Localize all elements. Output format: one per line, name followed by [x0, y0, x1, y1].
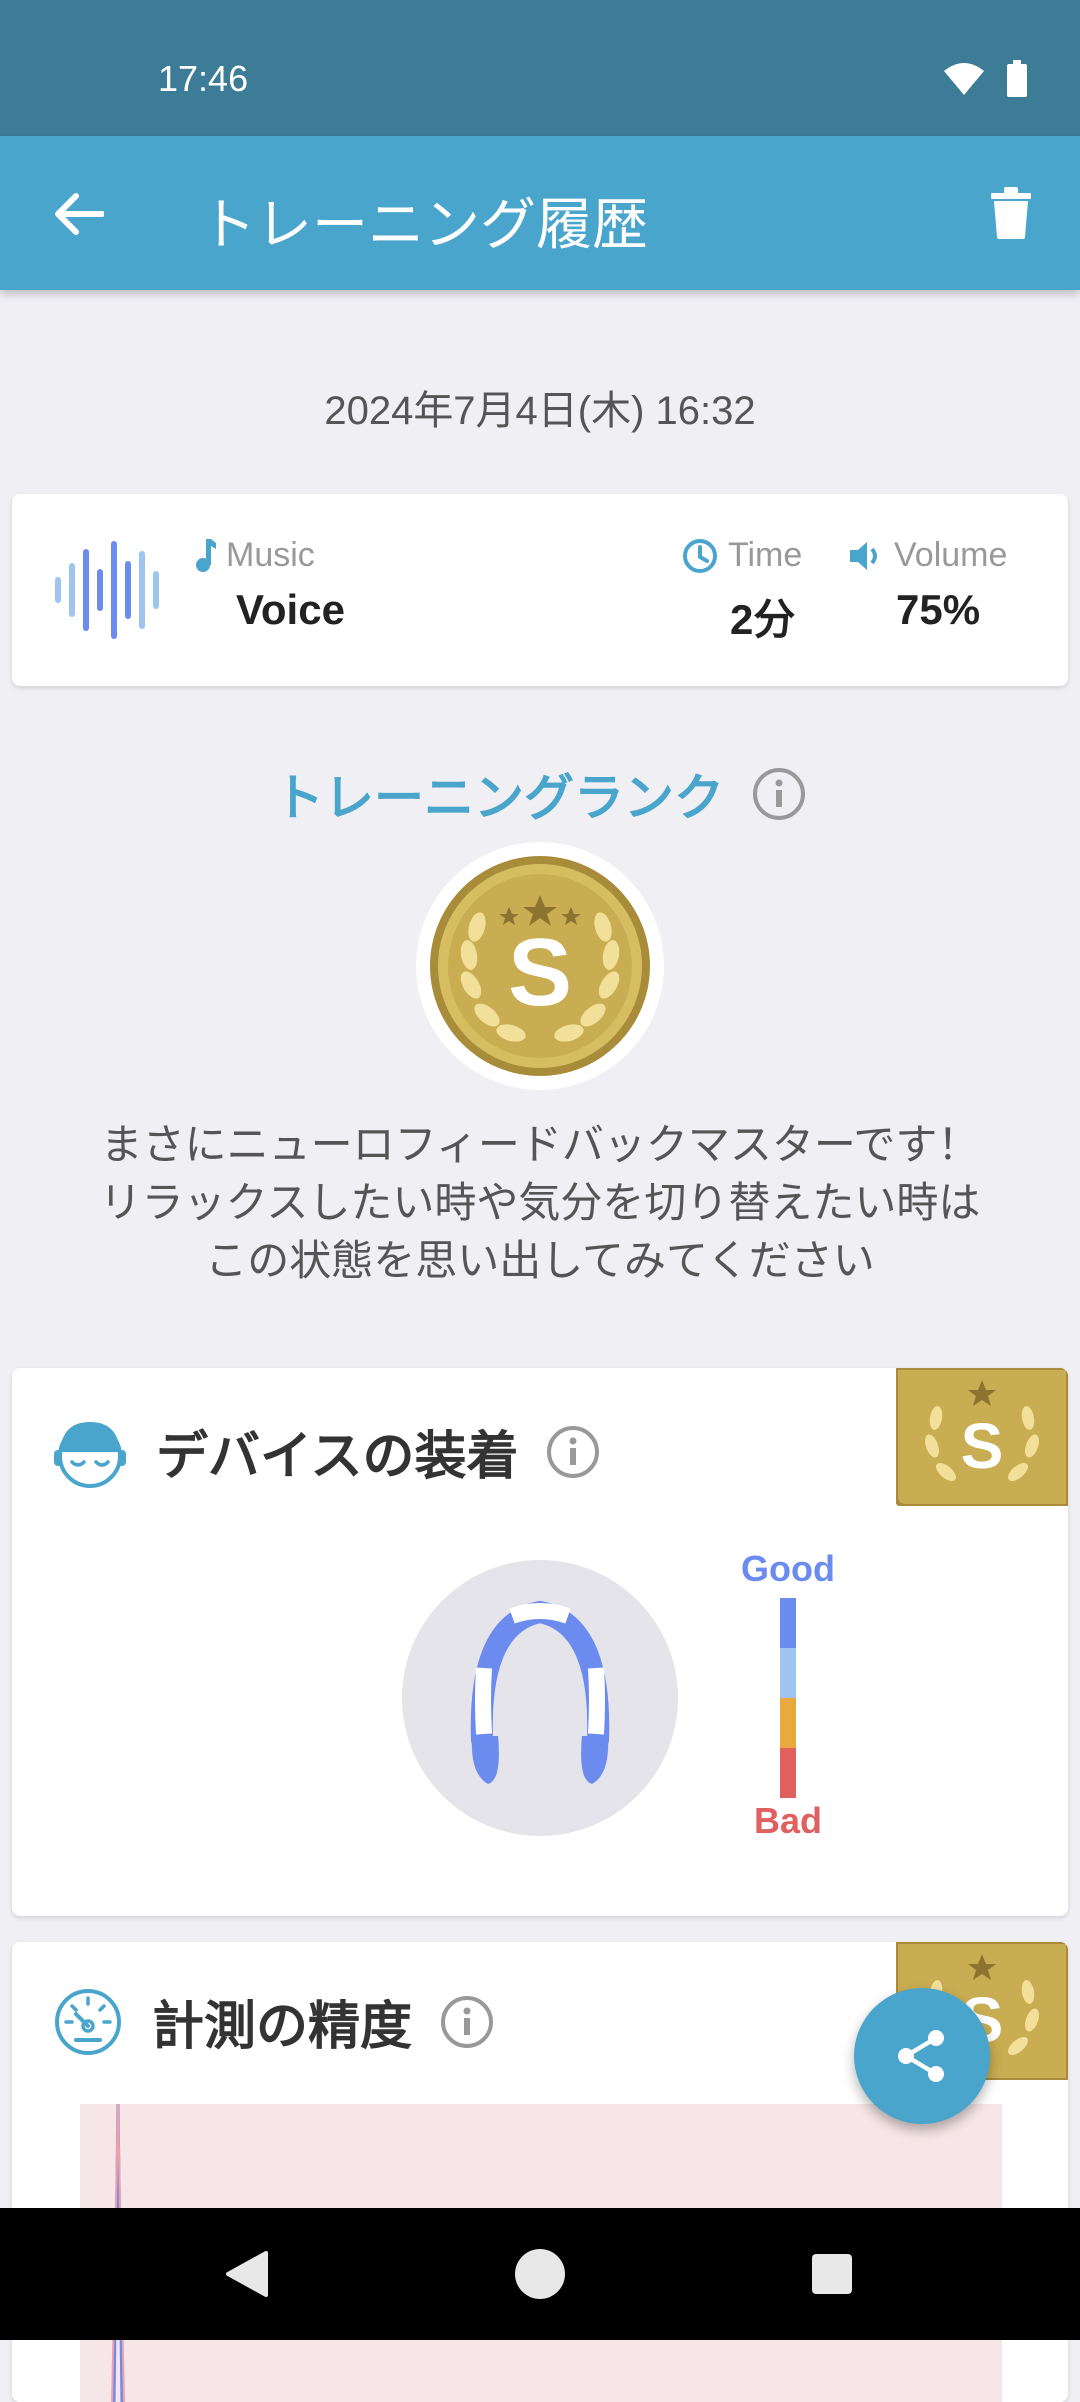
rank-message-line: まさにニューロフィードバックマスターです！ — [100, 1120, 980, 1169]
delete-button[interactable] — [972, 174, 1050, 252]
rank-badge-corner: S — [896, 1368, 1068, 1506]
status-icons — [942, 60, 1028, 98]
time-value: 2分 — [730, 596, 796, 643]
back-button[interactable] — [40, 176, 116, 252]
session-datetime: 2024年7月4日(木) 16:32 — [324, 389, 756, 433]
volume-icon — [850, 541, 877, 570]
device-fit-card: デバイスの装着 S Good Bad — [12, 1368, 1068, 1916]
gold-medal-icon: S — [430, 856, 650, 1076]
accuracy-title: 計測の精度 — [152, 1997, 413, 2057]
device-fit-header: デバイスの装着 — [52, 1414, 600, 1489]
rank-medal: S — [416, 842, 664, 1090]
volume-label-text: Volume — [894, 536, 1008, 574]
accuracy-header: 計測の精度 — [52, 1984, 494, 2059]
music-label: Music — [194, 536, 315, 575]
device-fit-badge: S — [961, 1410, 1004, 1482]
quality-gradient-bar — [780, 1598, 796, 1798]
share-icon — [898, 2030, 944, 2082]
headset-icon — [470, 1600, 610, 1784]
clock-icon — [683, 538, 717, 573]
info-icon[interactable] — [546, 1425, 600, 1479]
volume-label: Volume — [848, 536, 1007, 575]
sound-wave-icon — [55, 541, 159, 639]
system-navigation-bar — [0, 2208, 1080, 2340]
wifi-icon — [944, 63, 984, 95]
status-time: 17:46 — [158, 58, 249, 99]
circle-home-icon — [515, 2249, 565, 2299]
info-icon[interactable] — [752, 767, 806, 821]
share-button[interactable] — [854, 1988, 990, 2124]
rank-message-line: リラックスしたい時や気分を切り替えたい時は — [99, 1178, 981, 1227]
rank-title: トレーニングランク — [274, 769, 724, 827]
page-title: トレーニング履歴 — [200, 193, 648, 258]
time-label: Time — [682, 536, 802, 575]
status-bar: 17:46 — [0, 0, 1080, 136]
nav-recents-button[interactable] — [788, 2230, 876, 2318]
headset-illustration — [402, 1560, 678, 1836]
sleeping-face-icon — [54, 1421, 126, 1488]
info-icon[interactable] — [440, 1995, 494, 2049]
volume-value: 75% — [896, 586, 981, 633]
time-label-text: Time — [728, 536, 803, 574]
triangle-back-icon — [226, 2251, 268, 2297]
rank-message: まさにニューロフィードバックマスターです！ リラックスしたい時や気分を切り替えた… — [40, 1116, 1040, 1290]
fit-quality-scale: Good Bad — [738, 1548, 858, 1841]
trash-icon — [991, 187, 1031, 239]
arrow-back-icon — [55, 193, 104, 235]
nav-home-button[interactable] — [496, 2230, 584, 2318]
music-value: Voice — [236, 586, 345, 633]
square-recents-icon — [812, 2254, 852, 2294]
speedometer-icon — [55, 1988, 121, 2055]
app-bar: トレーニング履歴 — [0, 136, 1080, 290]
device-fit-title: デバイスの装着 — [156, 1427, 519, 1487]
session-summary-card: Music Voice Time 2分 Volume 75% — [12, 494, 1068, 686]
medal-grade: S — [508, 919, 572, 1026]
rank-message-line: この状態を思い出してみてください — [205, 1236, 875, 1285]
scale-bad-label: Bad — [753, 1800, 822, 1841]
music-note-icon — [196, 538, 216, 572]
scale-good-label: Good — [741, 1548, 835, 1589]
rank-title-row: トレーニングランク — [0, 758, 1080, 830]
nav-back-button[interactable] — [202, 2230, 290, 2318]
battery-icon — [1007, 60, 1027, 97]
music-label-text: Music — [226, 536, 315, 574]
